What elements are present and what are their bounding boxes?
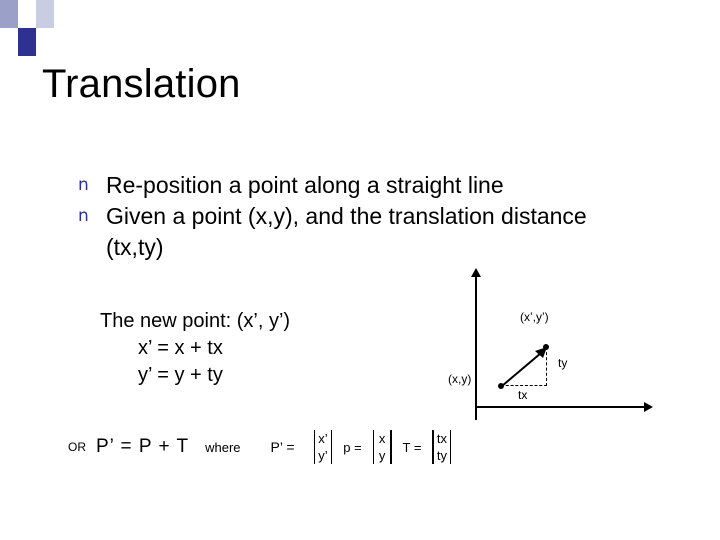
label-tx: tx: [518, 388, 528, 402]
bullet-text: Re-position a point along a straight lin…: [106, 172, 504, 198]
bullet-marker-icon: n: [78, 175, 89, 195]
bullet-item: n Given a point (x,y), and the translati…: [78, 201, 638, 263]
matrix-p: x y: [370, 430, 395, 464]
matrix-t: tx ty: [429, 430, 454, 464]
translation-diagram: (x,y) (x’,y’) ty tx: [430, 268, 653, 422]
matrix-cell-bottom: ty: [436, 448, 447, 463]
bullet-text: Given a point (x,y), and the translation…: [106, 203, 587, 260]
label-xy: (x,y): [448, 372, 472, 386]
where-label: where: [205, 439, 241, 455]
bullet-list: n Re-position a point along a straight l…: [78, 170, 638, 263]
p-label: p =: [343, 439, 362, 455]
corner-square-1: [0, 0, 18, 28]
label-ty: ty: [558, 356, 568, 370]
or-label: OR: [68, 440, 86, 454]
new-point-line-1: The new point: (x’, y’): [100, 310, 291, 332]
bullet-marker-icon: n: [78, 206, 89, 226]
point-xy-marker: [498, 383, 504, 389]
point-xprime-yprime-marker: [543, 344, 549, 350]
x-axis: [475, 406, 650, 408]
vector-formula: P’ = P + T: [96, 436, 190, 457]
matrix-column: x y: [377, 430, 387, 464]
corner-square-5: [18, 28, 36, 56]
matrix-cell-top: x’: [318, 431, 328, 446]
matrix-column: x’ y’: [318, 430, 328, 464]
matrix-left-bar: [372, 430, 375, 464]
corner-square-4: [0, 28, 18, 56]
t-label: T =: [402, 439, 422, 455]
matrix-p-prime: x’ y’: [311, 430, 336, 464]
corner-square-2: [18, 0, 36, 28]
matrix-left-bar: [432, 430, 434, 464]
p-prime-label: P’ =: [270, 439, 295, 455]
corner-square-6: [36, 28, 54, 56]
x-axis-arrow-icon: [644, 402, 653, 412]
matrix-cell-bottom: y: [378, 448, 386, 463]
matrix-cell-top: x: [378, 431, 386, 446]
matrix-cell-top: tx: [436, 431, 447, 446]
decorative-corner-blocks: [0, 0, 90, 56]
matrix-equation-row: OR P’ = P + T where P’ = x’ y’ p = x y T…: [68, 430, 456, 464]
y-axis-arrow-icon: [471, 268, 481, 277]
new-point-line-2: x’ = x + tx: [138, 337, 223, 359]
slide-title: Translation: [42, 62, 241, 106]
matrix-right-bar: [390, 430, 392, 464]
y-axis: [475, 272, 477, 420]
matrix-column: tx ty: [437, 430, 447, 464]
corner-square-3: [36, 0, 54, 28]
bullet-item: n Re-position a point along a straight l…: [78, 170, 638, 201]
label-xprime-yprime: (x’,y’): [520, 310, 549, 324]
translation-vector-arrow-icon: [501, 347, 547, 387]
matrix-right-bar: [449, 430, 452, 464]
matrix-cell-bottom: y’: [318, 448, 328, 463]
new-point-block: The new point: (x’, y’) x’ = x + tx y’ =…: [100, 308, 290, 389]
new-point-line-3: y’ = y + ty: [138, 364, 223, 386]
matrix-right-bar: [330, 430, 333, 464]
matrix-left-bar: [313, 430, 315, 464]
